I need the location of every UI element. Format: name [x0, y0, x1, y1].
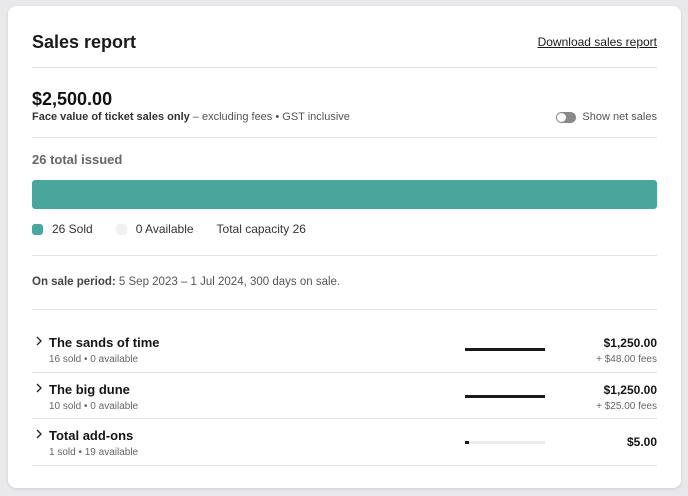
ticket-progress-bar [465, 441, 545, 444]
on-sale-period-label: On sale period: [32, 276, 116, 288]
ticket-availability: 1 sold • 19 available [49, 447, 139, 458]
divider [32, 255, 657, 256]
sales-report-card: Sales report Download sales report $2,50… [8, 6, 681, 488]
ticket-progress-bar [465, 348, 545, 351]
ticket-availability: 16 sold • 0 available [49, 354, 139, 365]
legend-sold-label: 26 Sold [52, 222, 93, 236]
legend-sold: 26 Sold [32, 222, 93, 236]
ticket-row-big-dune[interactable]: The big dune 10 sold • 0 available $1,25… [32, 373, 657, 419]
chevron-right-icon[interactable] [33, 428, 45, 440]
legend-available-label: 0 Available [135, 222, 194, 236]
capacity-bar-sold-fill [32, 180, 657, 209]
ticket-progress-fill [465, 441, 469, 444]
ticket-list: The sands of time 16 sold • 0 available … [32, 326, 657, 466]
legend-capacity: Total capacity 26 [217, 222, 306, 236]
capacity-legend: 26 Sold 0 Available Total capacity 26 [32, 222, 329, 236]
show-net-sales-toggle[interactable] [556, 111, 577, 123]
ticket-fees: + $48.00 fees [596, 354, 657, 365]
face-value-note: – excluding fees • GST inclusive [189, 111, 350, 123]
total-issued: 26 total issued [32, 152, 123, 167]
card-header: Sales report Download sales report [32, 28, 657, 68]
ticket-row-total-add-ons[interactable]: Total add-ons 1 sold • 19 available $5.0… [32, 419, 657, 466]
ticket-availability: 10 sold • 0 available [49, 400, 139, 412]
toggle-knob [557, 112, 567, 122]
chevron-right-icon[interactable] [33, 335, 45, 347]
ticket-price: $1,250.00 [603, 336, 657, 350]
total-amount: $2,500.00 [32, 89, 113, 109]
face-value-label: Face value of ticket sales only [32, 111, 190, 123]
on-sale-period-value: 5 Sep 2023 – 1 Jul 2024, 300 days on sal… [115, 276, 341, 288]
divider [32, 309, 657, 310]
on-sale-period: On sale period: 5 Sep 2023 – 1 Jul 2024,… [32, 276, 340, 288]
chevron-right-icon[interactable] [33, 382, 45, 394]
ticket-name: The big dune [49, 381, 130, 397]
legend-available: 0 Available [115, 222, 194, 236]
ticket-price: $1,250.00 [603, 382, 657, 397]
available-swatch-icon [115, 223, 127, 235]
ticket-name: The sands of time [49, 335, 160, 350]
ticket-fees: + $25.00 fees [596, 400, 657, 412]
download-sales-report-link[interactable]: Download sales report [538, 35, 657, 49]
show-net-sales-label: Show net sales [582, 111, 657, 123]
sold-swatch-icon [32, 223, 43, 235]
card-content: Sales report Download sales report $2,50… [32, 6, 657, 488]
ticket-progress-bar [465, 394, 545, 398]
show-net-sales-control[interactable]: Show net sales [556, 111, 657, 123]
ticket-price: $5.00 [626, 435, 657, 449]
legend-capacity-label: Total capacity 26 [216, 222, 306, 236]
ticket-name: Total add-ons [49, 428, 134, 443]
divider [32, 137, 657, 138]
ticket-row-sands-of-time[interactable]: The sands of time 16 sold • 0 available … [32, 326, 657, 373]
face-value-caption: Face value of ticket sales only – exclud… [32, 111, 350, 123]
capacity-bar [32, 180, 657, 209]
page-title: Sales report [32, 32, 137, 52]
ticket-progress-fill [465, 394, 545, 398]
ticket-progress-fill [465, 348, 545, 351]
